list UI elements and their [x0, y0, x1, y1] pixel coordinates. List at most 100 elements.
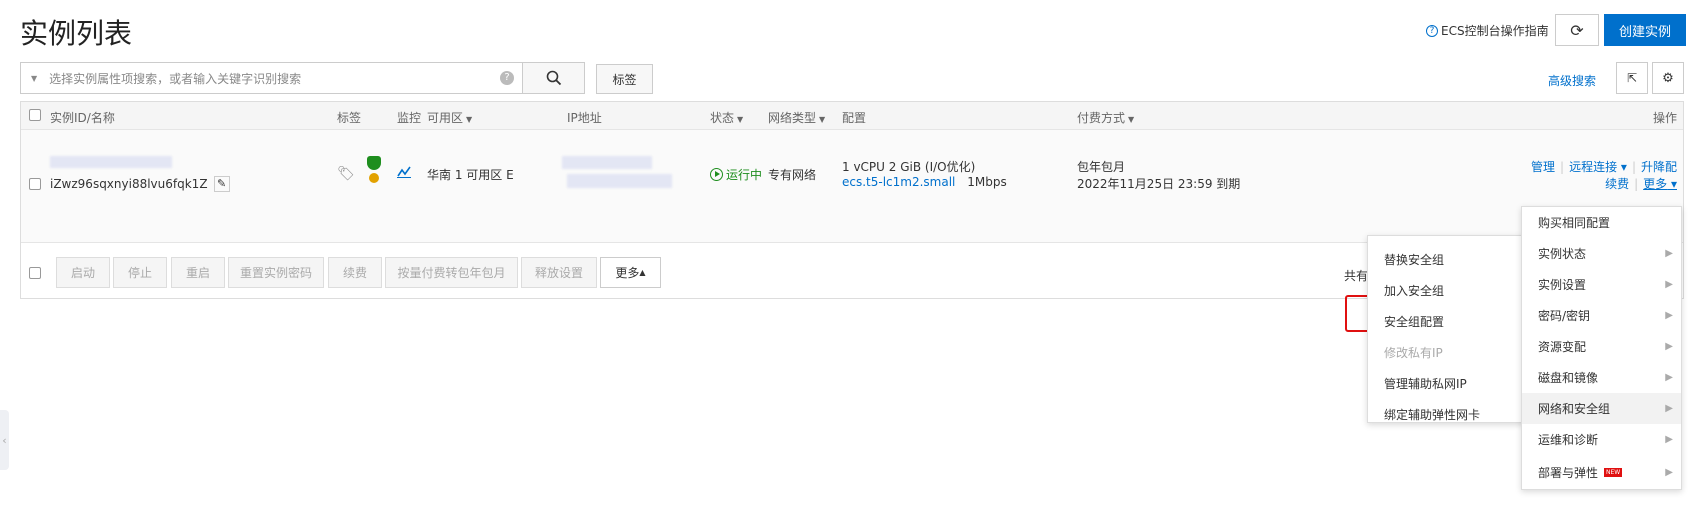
stop-button[interactable]: 停止 — [113, 257, 167, 288]
menu-item-modify-private-ip: 修改私有IP — [1384, 346, 1443, 360]
sort-caret-icon: ▼ — [737, 115, 744, 124]
edit-icon[interactable]: ✎ — [213, 176, 230, 192]
guide-link[interactable]: ? ECS控制台操作指南 — [1426, 22, 1549, 39]
network-type-value: 专有网络 — [768, 168, 817, 182]
guide-link-label: ECS控制台操作指南 — [1441, 24, 1549, 38]
advanced-search-link[interactable]: 高级搜索 — [1548, 72, 1596, 89]
security-submenu: 替换安全组 加入安全组 安全组配置 修改私有IP 管理辅助私网IP 绑定辅助弹性… — [1367, 235, 1525, 423]
config-type: ecs.t5-lc1m2.small 1Mbps — [842, 175, 1007, 189]
col-config: 配置 — [842, 111, 867, 125]
config-spec: 1 vCPU 2 GiB (I/O优化) — [842, 160, 976, 174]
status-running: 运行中 — [710, 166, 762, 183]
manage-link[interactable]: 管理 — [1531, 160, 1555, 174]
renew-link[interactable]: 续费 — [1605, 177, 1629, 191]
menu-item-sg-config[interactable]: 安全组配置 — [1384, 313, 1444, 330]
security-shield-icon[interactable] — [367, 156, 381, 170]
table-header: 实例ID/名称 标签 监控 可用区 ▼ IP地址 状态 ▼ 网络类型 ▼ 配置 付费方… — [21, 102, 1683, 130]
menu-item-bind-eni[interactable]: 绑定辅助弹性网卡 — [1384, 406, 1480, 423]
menu-item-buy-same[interactable]: 购买相同配置 — [1522, 207, 1681, 238]
col-actions: 操作 — [1652, 111, 1677, 125]
search-input[interactable]: 选择实例属性项搜索，或者输入关键字识别搜索 — [49, 70, 500, 87]
menu-item-replace-sg[interactable]: 替换安全组 — [1384, 251, 1444, 268]
menu-item-network-security[interactable]: 网络和安全组 ▶ — [1522, 393, 1681, 424]
col-network-type[interactable]: 网络类型 ▼ — [768, 109, 825, 126]
col-tags: 标签 — [337, 111, 362, 125]
export-button[interactable]: ⇱ — [1616, 62, 1648, 94]
col-id-name: 实例ID/名称 — [50, 111, 115, 125]
col-monitor: 监控 — [397, 111, 422, 125]
convert-billing-button[interactable]: 按量付费转包年包月 — [385, 257, 518, 288]
chevron-right-icon: ▶ — [1665, 403, 1673, 414]
menu-item-secondary-private-ip[interactable]: 管理辅助私网IP — [1384, 375, 1467, 392]
redacted-ip-1 — [562, 156, 652, 169]
help-circle-icon: ? — [1426, 24, 1438, 37]
select-all-checkbox[interactable] — [29, 109, 41, 121]
chevron-right-icon: ▶ — [1665, 434, 1673, 445]
more-actions-menu: 购买相同配置 实例状态 ▶ 实例设置 ▶ 密码/密钥 ▶ 资源变配 ▶ 磁盘和镜像 ▶ 网… — [1521, 206, 1682, 490]
redacted-name — [50, 156, 172, 168]
table-row: iZwz96sqxnyi88lvu6fqk1Z ✎ 🏷 华南 1 可用区 E 运… — [21, 130, 1683, 243]
chevron-left-icon: ‹ — [2, 433, 7, 447]
col-ip: IP地址 — [567, 111, 602, 125]
search-box[interactable]: ▼ 选择实例属性项搜索，或者输入关键字识别搜索 ? — [20, 62, 523, 94]
release-settings-button[interactable]: 释放设置 — [521, 257, 597, 288]
sort-caret-icon: ▼ — [466, 115, 473, 124]
table-settings-button[interactable]: ⚙ — [1652, 62, 1684, 94]
sort-caret-icon: ▼ — [819, 115, 826, 124]
chevron-right-icon: ▶ — [1665, 310, 1673, 321]
more-actions-link[interactable]: 更多 ▾ — [1643, 177, 1677, 191]
start-button[interactable]: 启动 — [56, 257, 110, 288]
refresh-icon: ⟳ — [1570, 20, 1584, 40]
col-billing[interactable]: 付费方式 ▼ — [1077, 109, 1134, 126]
billing-type: 包年包月 — [1077, 160, 1126, 174]
menu-item-instance-status[interactable]: 实例状态 ▶ — [1522, 238, 1681, 269]
create-instance-button[interactable]: 创建实例 — [1604, 14, 1686, 46]
upgrade-link[interactable]: 升降配 — [1641, 160, 1677, 174]
total-count-text: 共有 — [1344, 269, 1369, 283]
chevron-right-icon: ▶ — [1665, 467, 1673, 478]
footer-select-all-checkbox[interactable] — [29, 267, 41, 279]
col-zone[interactable]: 可用区 ▼ — [427, 109, 472, 126]
footer-more-button[interactable]: 更多 ▲ — [600, 257, 661, 288]
col-status[interactable]: 状态 ▼ — [710, 109, 743, 126]
row-checkbox[interactable] — [29, 178, 41, 190]
chevron-right-icon: ▶ — [1665, 279, 1673, 290]
row-actions-line1: 管理 | 远程连接 ▾ | 升降配 — [1531, 160, 1677, 174]
row-actions-line2: 续费 | 更多 ▾ — [1605, 177, 1677, 191]
refresh-button[interactable]: ⟳ — [1555, 14, 1599, 46]
chevron-right-icon: ▶ — [1665, 372, 1673, 383]
status-dot-icon — [369, 173, 379, 183]
menu-item-join-sg[interactable]: 加入安全组 — [1384, 282, 1444, 299]
play-circle-icon — [710, 168, 723, 181]
gear-icon: ⚙ — [1662, 70, 1674, 86]
sort-caret-icon: ▼ — [1128, 115, 1135, 124]
menu-item-resource-change[interactable]: 资源变配 ▶ — [1522, 331, 1681, 362]
page-title: 实例列表 — [20, 17, 133, 50]
help-icon[interactable]: ? — [500, 71, 514, 85]
menu-item-ops-diagnose[interactable]: 运维和诊断 ▶ — [1522, 424, 1681, 455]
bandwidth-value: 1Mbps — [967, 175, 1007, 189]
tag-icon[interactable]: 🏷 — [337, 166, 355, 182]
instance-type-link[interactable]: ecs.t5-lc1m2.small — [842, 175, 955, 189]
new-badge: NEW — [1604, 468, 1623, 477]
chevron-right-icon: ▶ — [1665, 248, 1673, 259]
remote-connect-link[interactable]: 远程连接 ▾ — [1569, 160, 1627, 174]
menu-item-deploy-elastic[interactable]: 部署与弹性 NEW ▶ — [1522, 457, 1681, 488]
search-button[interactable] — [522, 62, 585, 94]
caret-down-icon[interactable]: ▼ — [31, 74, 37, 83]
menu-item-password-key[interactable]: 密码/密钥 ▶ — [1522, 300, 1681, 331]
renew-button[interactable]: 续费 — [328, 257, 382, 288]
sidebar-collapse-tab[interactable]: ‹ — [0, 410, 9, 470]
instance-id: iZwz96sqxnyi88lvu6fqk1Z ✎ — [50, 176, 230, 192]
expire-date: 2022年11月25日 23:59 到期 — [1077, 177, 1241, 191]
monitor-chart-icon[interactable] — [397, 166, 411, 178]
redacted-ip-2 — [567, 174, 672, 188]
menu-item-disk-image[interactable]: 磁盘和镜像 ▶ — [1522, 362, 1681, 393]
menu-item-instance-settings[interactable]: 实例设置 ▶ — [1522, 269, 1681, 300]
chevron-right-icon: ▶ — [1665, 341, 1673, 352]
export-icon: ⇱ — [1626, 71, 1638, 85]
reset-password-button[interactable]: 重置实例密码 — [228, 257, 324, 288]
restart-button[interactable]: 重启 — [171, 257, 225, 288]
zone-value: 华南 1 可用区 E — [427, 168, 514, 182]
tags-filter-button[interactable]: 标签 — [596, 64, 653, 94]
